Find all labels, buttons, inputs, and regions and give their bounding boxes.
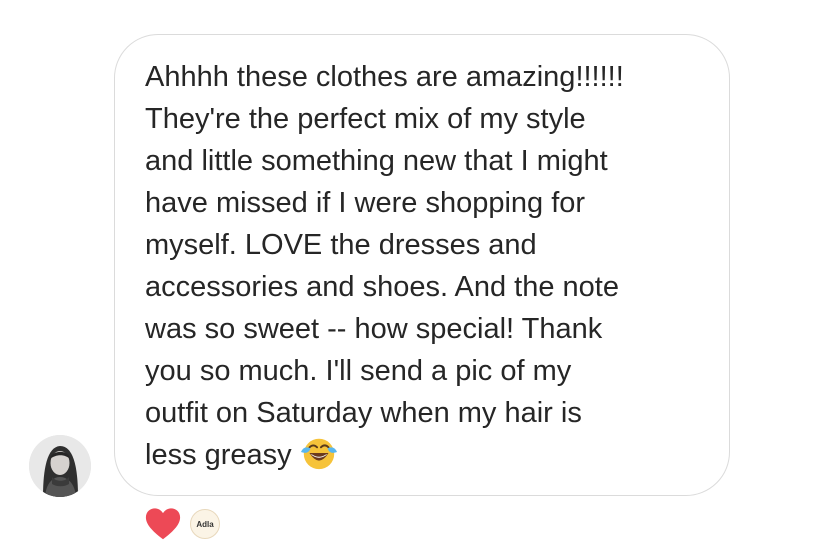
message-line: accessories and shoes. And the note <box>145 271 619 303</box>
sender-avatar[interactable] <box>29 435 91 497</box>
message-line: less greasy <box>145 439 292 471</box>
person-photo-icon <box>29 435 91 497</box>
message-line: outfit on Saturday when my hair is <box>145 397 582 429</box>
reactor-label: Adla <box>196 519 214 529</box>
reactions-row[interactable]: Adla <box>144 506 220 542</box>
message-line: and little something new that I might <box>145 145 608 177</box>
message-line: They're the perfect mix of my style <box>145 103 586 135</box>
face-with-tears-of-joy-icon <box>300 439 337 470</box>
message-bubble[interactable]: Ahhhh these clothes are amazing!!!!!! Th… <box>114 34 730 496</box>
reactor-avatar[interactable]: Adla <box>190 509 220 539</box>
message-line: was so sweet -- how special! Thank <box>145 313 603 345</box>
message-line: Ahhhh these clothes are amazing!!!!!! <box>145 61 624 93</box>
message-line: have missed if I were shopping for <box>145 187 586 219</box>
message-line: you so much. I'll send a pic of my <box>145 355 572 387</box>
message-last-line: less greasy <box>145 434 699 476</box>
message-line: myself. LOVE the dresses and <box>145 229 537 261</box>
heart-icon[interactable] <box>144 506 182 542</box>
